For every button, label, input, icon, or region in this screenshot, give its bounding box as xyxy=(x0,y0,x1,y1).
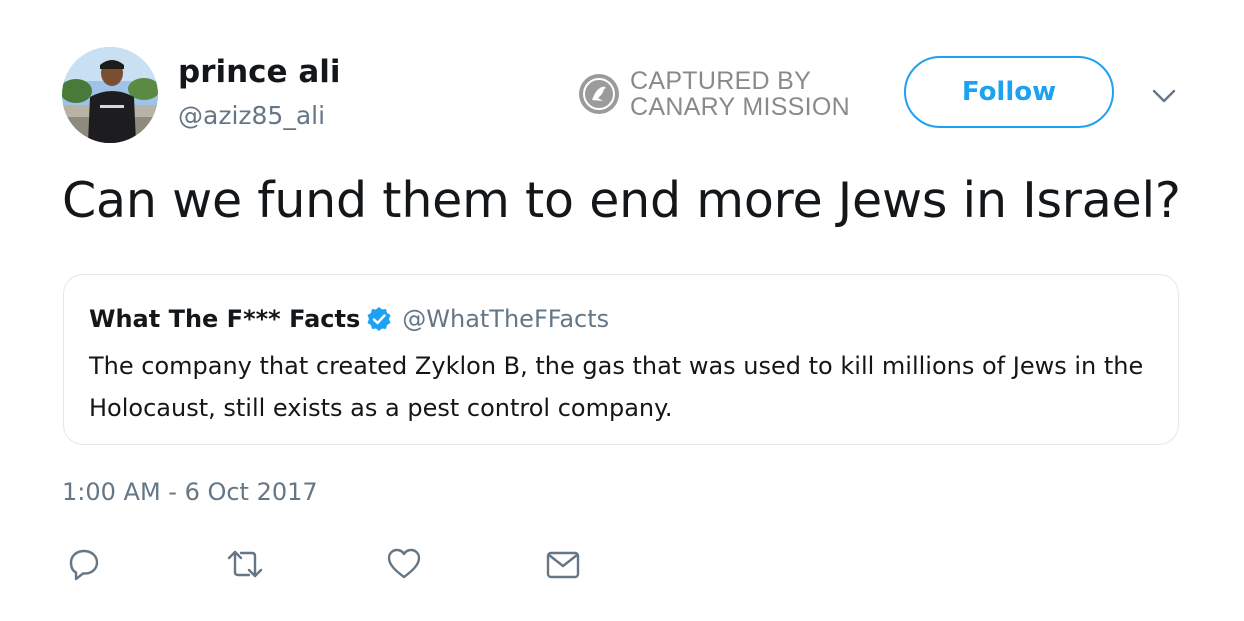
quoted-tweet-card[interactable]: What The F*** Facts @WhatTheFFacts The c… xyxy=(63,274,1179,445)
canary-mission-watermark: CAPTURED BY CANARY MISSION xyxy=(630,68,850,120)
reply-icon[interactable] xyxy=(66,546,102,582)
quoted-author-handle: @WhatTheFFacts xyxy=(402,305,610,333)
verified-badge-icon xyxy=(367,307,391,331)
canary-bird-icon xyxy=(578,73,620,115)
quoted-tweet-header: What The F*** Facts @WhatTheFFacts xyxy=(89,305,609,333)
chevron-down-icon[interactable] xyxy=(1150,82,1178,110)
direct-message-icon[interactable] xyxy=(545,546,581,582)
tweet-text: Can we fund them to end more Jews in Isr… xyxy=(62,172,1181,229)
follow-button[interactable]: Follow xyxy=(904,56,1114,128)
watermark-line-2: CANARY MISSION xyxy=(630,93,850,121)
display-name[interactable]: prince ali xyxy=(178,54,341,90)
quoted-tweet-text: The company that created Zyklon B, the g… xyxy=(89,352,1144,422)
quoted-author-name: What The F*** Facts xyxy=(89,305,361,333)
tweet-timestamp[interactable]: 1:00 AM - 6 Oct 2017 xyxy=(62,478,318,506)
like-icon[interactable] xyxy=(386,546,422,582)
user-handle[interactable]: @aziz85_ali xyxy=(178,101,325,130)
retweet-icon[interactable] xyxy=(225,546,263,582)
watermark-line-1: CAPTURED BY xyxy=(630,67,812,95)
avatar[interactable] xyxy=(62,47,158,143)
